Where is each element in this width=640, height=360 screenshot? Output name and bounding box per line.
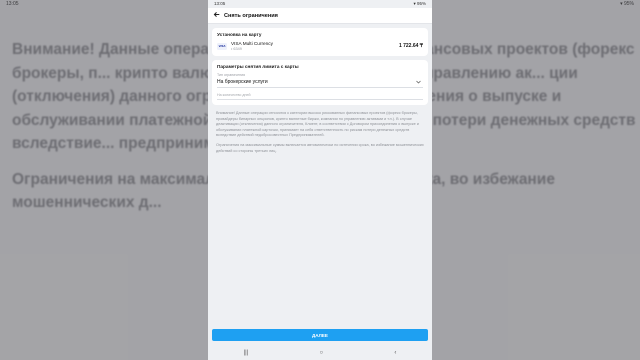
card-number: • 6349 [231, 47, 242, 51]
warning-text: Внимание! Данные операции относятся к ка… [216, 111, 426, 154]
system-nav-bar: ||| ○ ‹ [208, 346, 432, 360]
limit-type-label: Тип ограничения [217, 73, 246, 77]
chevron-down-icon [416, 80, 421, 85]
card-info: VISA Multi Currency • 6349 [231, 41, 399, 51]
status-bar: 13:05 ▾ 95% [208, 0, 432, 8]
phone-screen: 13:05 ▾ 95% Снять ограничения Установка … [208, 0, 432, 360]
home-icon[interactable]: ○ [320, 350, 324, 356]
status-icons: ▾ 95% [413, 1, 426, 6]
app-header: Снять ограничения [208, 8, 432, 24]
limit-type-select[interactable]: Тип ограничения На брокерские услуги [217, 73, 423, 88]
days-input[interactable]: На количество дней [217, 93, 423, 100]
visa-logo-icon: VISA [217, 42, 227, 50]
warning-paragraph-1: Внимание! Данные операции относятся к ка… [216, 111, 419, 138]
arrow-left-icon[interactable] [208, 11, 224, 20]
card-selection-section: Установка на карту VISA VISA Multi Curre… [212, 28, 428, 56]
limit-params-section: Параметры снятия лимита с карты Тип огра… [212, 60, 428, 105]
page-title: Снять ограничения [224, 12, 278, 19]
card-item[interactable]: VISA VISA Multi Currency • 6349 1 722.64… [217, 41, 423, 51]
card-balance: 1 722.64 ₸ [398, 43, 423, 49]
next-button[interactable]: ДАЛЕЕ [212, 329, 428, 341]
back-nav-icon[interactable]: ‹ [394, 350, 396, 356]
section-title-params: Параметры снятия лимита с карты [217, 64, 299, 69]
limit-type-value: На брокерские услуги [217, 79, 268, 85]
card-name: VISA Multi Currency [231, 41, 273, 46]
status-time: 13:05 [214, 1, 226, 6]
warning-paragraph-2: Ограничения на максимальные суммы включа… [216, 142, 424, 153]
recent-apps-icon[interactable]: ||| [244, 350, 249, 356]
section-title-card: Установка на карту [217, 32, 262, 37]
